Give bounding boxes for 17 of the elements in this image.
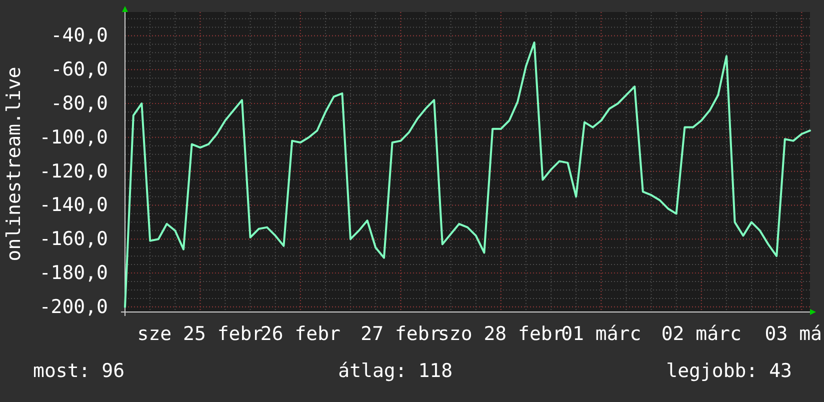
x-tick-label: 27 febr bbox=[360, 323, 441, 345]
y-tick-label: -60,0 bbox=[50, 58, 108, 81]
y-axis-title: onlinestream.live bbox=[3, 66, 25, 262]
x-tick-label: 02 márc bbox=[661, 323, 742, 345]
y-tick-label: -100,0 bbox=[39, 126, 108, 148]
stat-text: most: 96 bbox=[33, 360, 125, 382]
y-tick-label: -140,0 bbox=[39, 194, 108, 216]
stat-text: átlag: 118 bbox=[338, 360, 453, 382]
x-tick-label: 03 má bbox=[764, 323, 822, 345]
x-tick-label: 01 márc bbox=[561, 323, 642, 345]
y-tick-label: -80,0 bbox=[50, 92, 108, 115]
y-tick-label: -200,0 bbox=[39, 296, 108, 318]
y-tick-label: -40,0 bbox=[50, 24, 108, 47]
stat-text: legjobb: 43 bbox=[666, 360, 792, 382]
y-tick-label: -180,0 bbox=[39, 262, 108, 284]
y-tick-label: -120,0 bbox=[39, 160, 108, 182]
y-tick-label: -160,0 bbox=[39, 228, 108, 250]
